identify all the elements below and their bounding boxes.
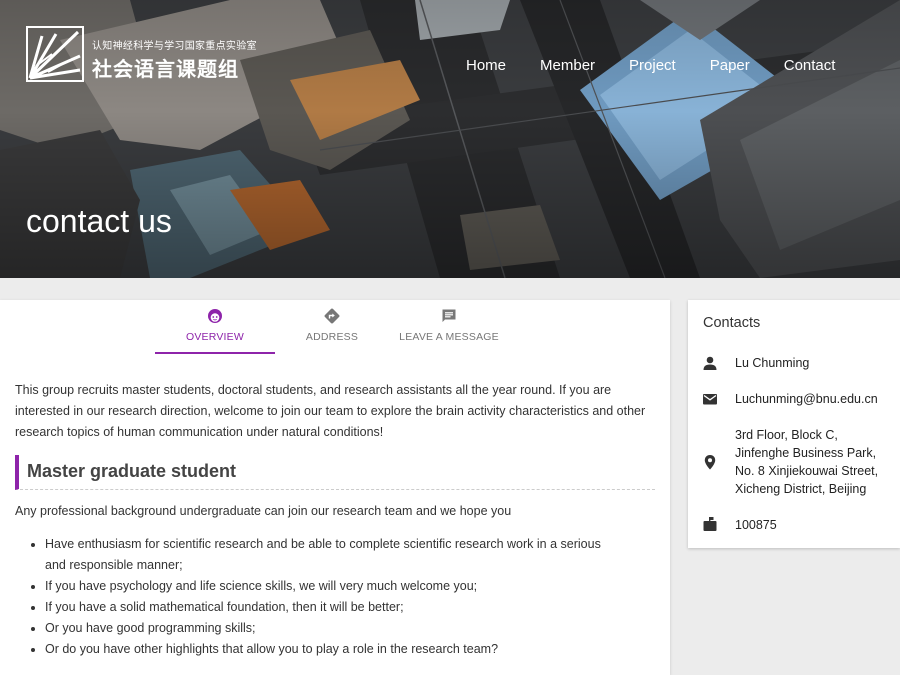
nav-member[interactable]: Member [540, 57, 595, 74]
face-icon [208, 309, 222, 323]
mailbox-icon [703, 517, 717, 531]
contact-address-line: 3rd Floor, Block C, [735, 428, 838, 442]
location-pin-icon [704, 455, 716, 470]
contact-postcode: 100875 [735, 518, 777, 532]
tab-address-label: ADDRESS [305, 331, 359, 343]
lab-subtitle: 认知神经科学与学习国家重点实验室 [92, 41, 257, 52]
contact-address-line: Jinfenghe Business Park, [735, 446, 877, 460]
list-item: Have enthusiasm for scientific research … [31, 534, 620, 576]
nav-home[interactable]: Home [466, 57, 506, 74]
contact-address-line: Xicheng District, Beijing [735, 482, 867, 496]
contact-email[interactable]: Luchunming@bnu.edu.cn [735, 390, 878, 408]
lab-logo-icon[interactable] [26, 26, 84, 82]
nav-project[interactable]: Project [629, 57, 676, 74]
directions-icon [324, 308, 340, 324]
contact-address-line: No. 8 Xinjiekouwai Street, [735, 464, 879, 478]
message-icon [442, 309, 456, 322]
tab-leave-message[interactable]: LEAVE A MESSAGE [389, 300, 509, 354]
nav-contact[interactable]: Contact [784, 57, 836, 74]
tab-leave-message-label: LEAVE A MESSAGE [399, 331, 499, 343]
active-tab-indicator [155, 352, 275, 354]
main-content-card: OVERVIEW ADDRESS LEAVE A MESSAGE This gr… [0, 300, 670, 675]
main-nav: Home Member Project Paper Contact [466, 57, 835, 74]
contact-name: Lu Chunming [735, 356, 810, 370]
tab-overview[interactable]: OVERVIEW [155, 300, 275, 354]
page-title: contact us [26, 203, 172, 239]
requirements-list: Have enthusiasm for scientific research … [31, 534, 620, 660]
tab-overview-label: OVERVIEW [185, 331, 244, 343]
section-heading-text: Master graduate student [27, 461, 237, 481]
contacts-card: Contacts Lu Chunming Luchunming@bnu.edu.… [688, 300, 900, 548]
hero-banner: 认知神经科学与学习国家重点实验室 社会语言课题组 Home Member Pro… [0, 0, 900, 278]
tab-bar: OVERVIEW ADDRESS LEAVE A MESSAGE [155, 300, 535, 354]
list-item: Or you have good programming skills; [31, 618, 620, 639]
section-heading: Master graduate student [15, 455, 655, 490]
lead-paragraph: Any professional background undergraduat… [15, 504, 512, 518]
intro-paragraph: This group recruits master students, doc… [15, 383, 646, 439]
person-icon [703, 356, 717, 370]
email-icon [703, 394, 717, 405]
list-item: Or do you have other highlights that all… [31, 639, 620, 660]
site-name[interactable]: 社会语言课题组 [92, 53, 239, 82]
list-item: If you have a solid mathematical foundat… [31, 597, 620, 618]
tab-address[interactable]: ADDRESS [275, 300, 389, 354]
contacts-title: Contacts [703, 315, 761, 331]
nav-paper[interactable]: Paper [710, 57, 750, 74]
list-item: If you have psychology and life science … [31, 576, 620, 597]
